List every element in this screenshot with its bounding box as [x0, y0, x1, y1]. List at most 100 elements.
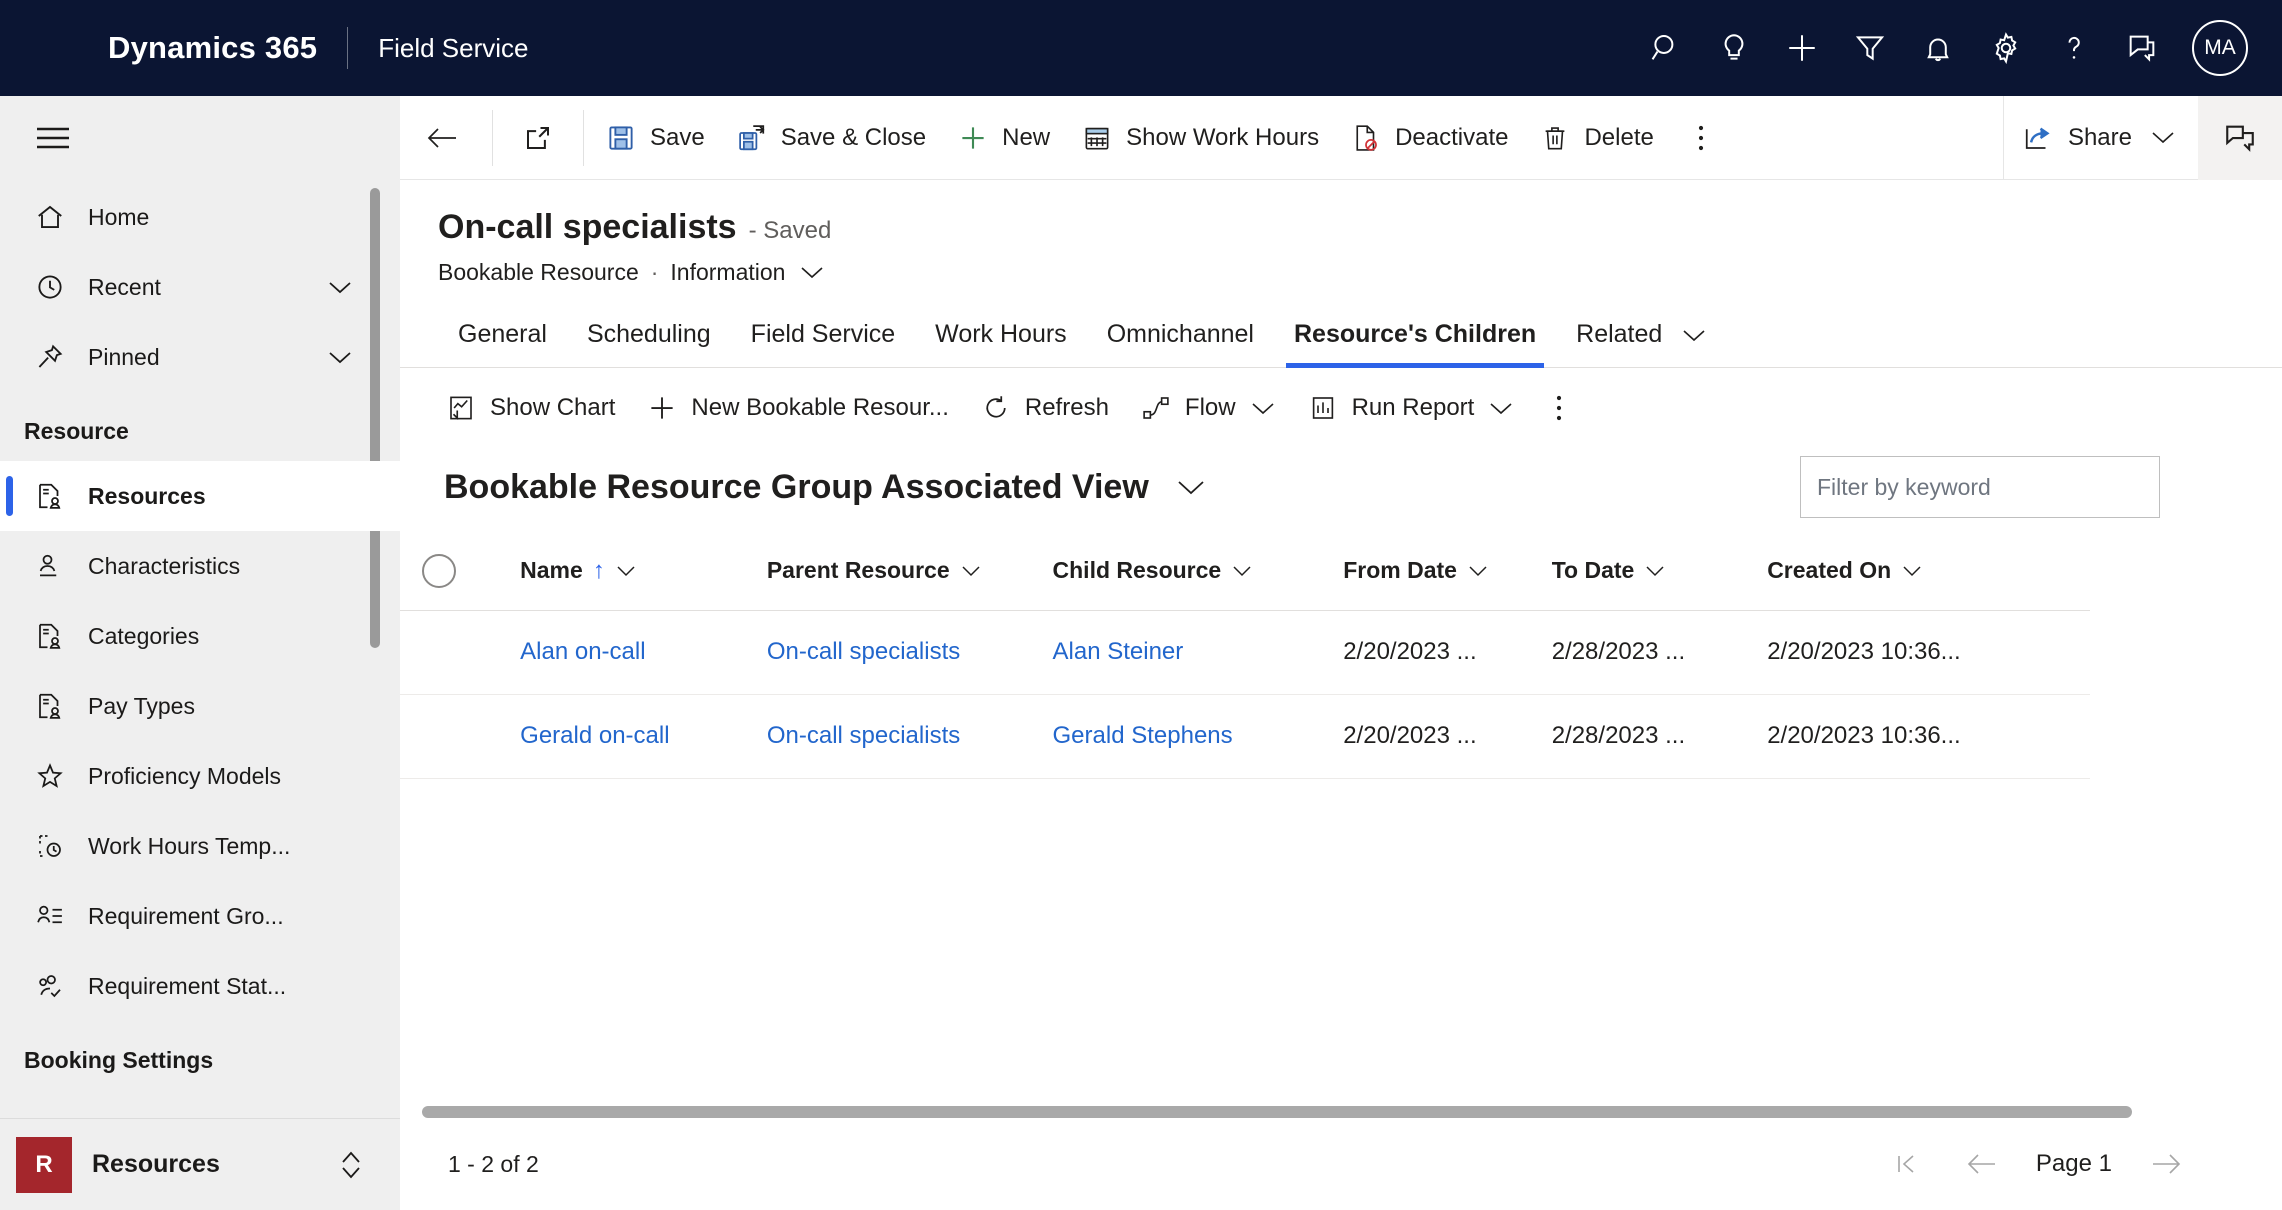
open-in-new-window-icon[interactable] — [499, 96, 577, 180]
row-link-name[interactable]: Gerald on-call — [520, 722, 669, 749]
sidebar-item-home[interactable]: Home — [0, 182, 400, 252]
chevron-down-icon[interactable] — [1901, 564, 1923, 578]
bell-icon[interactable] — [1904, 14, 1972, 82]
row-link-child[interactable]: Gerald Stephens — [1053, 722, 1233, 749]
table-row[interactable]: Gerald on-call On-call specialists Geral… — [400, 694, 2090, 779]
sidebar-item-requirement-status[interactable]: Requirement Stat... — [0, 951, 400, 1021]
grid-header: Name ↑ Parent Resource Child Resource Fr… — [400, 532, 2090, 611]
sidebar-item-recent[interactable]: Recent — [0, 252, 400, 322]
lightbulb-icon[interactable] — [1700, 14, 1768, 82]
subgrid-more-commands-button[interactable] — [1530, 368, 1588, 448]
search-icon[interactable] — [1632, 14, 1700, 82]
save-button[interactable]: Save — [590, 96, 721, 180]
save-and-close-button[interactable]: Save & Close — [721, 96, 942, 180]
select-all-checkbox[interactable] — [422, 553, 456, 588]
view-name[interactable]: Bookable Resource Group Associated View — [444, 468, 1149, 507]
chevron-down-icon[interactable] — [615, 564, 637, 578]
back-arrow-icon[interactable] — [400, 96, 486, 180]
chevron-down-icon[interactable] — [960, 564, 982, 578]
new-button[interactable]: New — [942, 96, 1066, 180]
question-icon[interactable] — [2040, 14, 2108, 82]
horizontal-scrollbar[interactable] — [422, 1106, 2132, 1118]
tab-general[interactable]: General — [438, 308, 567, 367]
cell-name[interactable]: Gerald on-call — [468, 694, 759, 779]
tab-omnichannel[interactable]: Omnichannel — [1087, 308, 1274, 367]
row-link-parent[interactable]: On-call specialists — [767, 722, 960, 749]
select-all-header[interactable] — [400, 532, 469, 611]
sidebar-item-work-hours-templates[interactable]: Work Hours Temp... — [0, 811, 400, 881]
chevron-down-icon[interactable] — [326, 278, 354, 296]
row-select-cell[interactable] — [400, 610, 469, 695]
cell-name[interactable]: Alan on-call — [468, 610, 759, 695]
sidebar-item-pinned[interactable]: Pinned — [0, 322, 400, 392]
chevron-down-icon[interactable] — [326, 348, 354, 366]
area-switcher[interactable]: R Resources — [0, 1118, 400, 1210]
chevron-down-icon[interactable] — [1488, 400, 1514, 417]
chevron-down-icon[interactable] — [799, 264, 825, 281]
chevron-up-down-icon[interactable] — [336, 1148, 366, 1182]
cell-parent-resource[interactable]: On-call specialists — [758, 694, 1045, 779]
hamburger-menu-icon[interactable] — [24, 109, 82, 167]
cell-child-resource[interactable]: Gerald Stephens — [1044, 694, 1336, 779]
sidebar-item-categories[interactable]: Categories — [0, 601, 400, 671]
row-link-child[interactable]: Alan Steiner — [1053, 638, 1184, 665]
chevron-down-icon[interactable] — [1467, 564, 1489, 578]
first-page-button[interactable] — [1888, 1144, 1928, 1184]
column-header-created-on[interactable]: Created On — [1759, 532, 2090, 611]
gear-icon[interactable] — [1972, 14, 2040, 82]
tab-work-hours[interactable]: Work Hours — [915, 308, 1087, 367]
show-work-hours-button[interactable]: Show Work Hours — [1066, 96, 1335, 180]
flow-button[interactable]: Flow — [1125, 368, 1292, 448]
column-header-from-date[interactable]: From Date — [1335, 532, 1544, 611]
table-row[interactable]: Alan on-call On-call specialists Alan St… — [400, 610, 2090, 695]
column-header-child-resource[interactable]: Child Resource — [1044, 532, 1336, 611]
sidebar-item-requirement-groups[interactable]: Requirement Gro... — [0, 881, 400, 951]
column-header-parent-resource[interactable]: Parent Resource — [758, 532, 1045, 611]
chevron-down-icon[interactable] — [2150, 129, 2176, 146]
search-box[interactable] — [1800, 456, 2160, 518]
tab-scheduling[interactable]: Scheduling — [567, 308, 731, 367]
next-page-button[interactable] — [2146, 1144, 2186, 1184]
filter-icon[interactable] — [1836, 14, 1904, 82]
cell-child-resource[interactable]: Alan Steiner — [1044, 610, 1336, 695]
column-header-to-date[interactable]: To Date — [1543, 532, 1760, 611]
tab-field-service[interactable]: Field Service — [731, 308, 916, 367]
search-input[interactable] — [1817, 473, 2143, 501]
deactivate-button[interactable]: Deactivate — [1335, 96, 1524, 180]
chevron-down-icon[interactable] — [1175, 477, 1207, 497]
sidebar-item-label: Pay Types — [88, 692, 195, 719]
sidebar-item-resources[interactable]: Resources — [0, 461, 400, 531]
sidebar-item-characteristics[interactable]: Characteristics — [0, 531, 400, 601]
refresh-icon — [981, 393, 1011, 423]
run-report-button[interactable]: Run Report — [1292, 368, 1531, 448]
show-chart-button[interactable]: Show Chart — [430, 368, 631, 448]
tab-related[interactable]: Related — [1556, 308, 1727, 367]
delete-button[interactable]: Delete — [1524, 96, 1669, 180]
share-button[interactable]: Share — [2002, 95, 2198, 180]
brand-name[interactable]: Dynamics 365 — [108, 30, 317, 66]
new-bookable-resource-button[interactable]: New Bookable Resour... — [631, 368, 964, 448]
feedback-icon[interactable] — [2108, 14, 2176, 82]
app-name[interactable]: Field Service — [378, 33, 528, 64]
sidebar-item-label: Recent — [88, 273, 161, 300]
requirement-status-icon — [24, 971, 76, 1001]
more-commands-button[interactable] — [1670, 96, 1732, 180]
sidebar-item-pay-types[interactable]: Pay Types — [0, 671, 400, 741]
avatar[interactable]: MA — [2192, 20, 2248, 76]
tab-resources-children[interactable]: Resource's Children — [1274, 308, 1556, 368]
cell-parent-resource[interactable]: On-call specialists — [758, 610, 1045, 695]
chevron-down-icon[interactable] — [1231, 564, 1253, 578]
chevron-down-icon[interactable] — [1644, 564, 1666, 578]
chevron-down-icon[interactable] — [1681, 327, 1707, 344]
column-header-name[interactable]: Name ↑ — [468, 532, 759, 611]
refresh-button[interactable]: Refresh — [965, 368, 1125, 448]
sidebar-item-proficiency-models[interactable]: Proficiency Models — [0, 741, 400, 811]
plus-icon[interactable] — [1768, 14, 1836, 82]
previous-page-button[interactable] — [1962, 1144, 2002, 1184]
row-select-cell[interactable] — [400, 694, 469, 779]
row-link-name[interactable]: Alan on-call — [520, 638, 645, 665]
chevron-down-icon[interactable] — [1250, 400, 1276, 417]
copilot-button[interactable] — [2198, 95, 2282, 180]
save-label: Save — [650, 123, 705, 151]
row-link-parent[interactable]: On-call specialists — [767, 638, 960, 665]
